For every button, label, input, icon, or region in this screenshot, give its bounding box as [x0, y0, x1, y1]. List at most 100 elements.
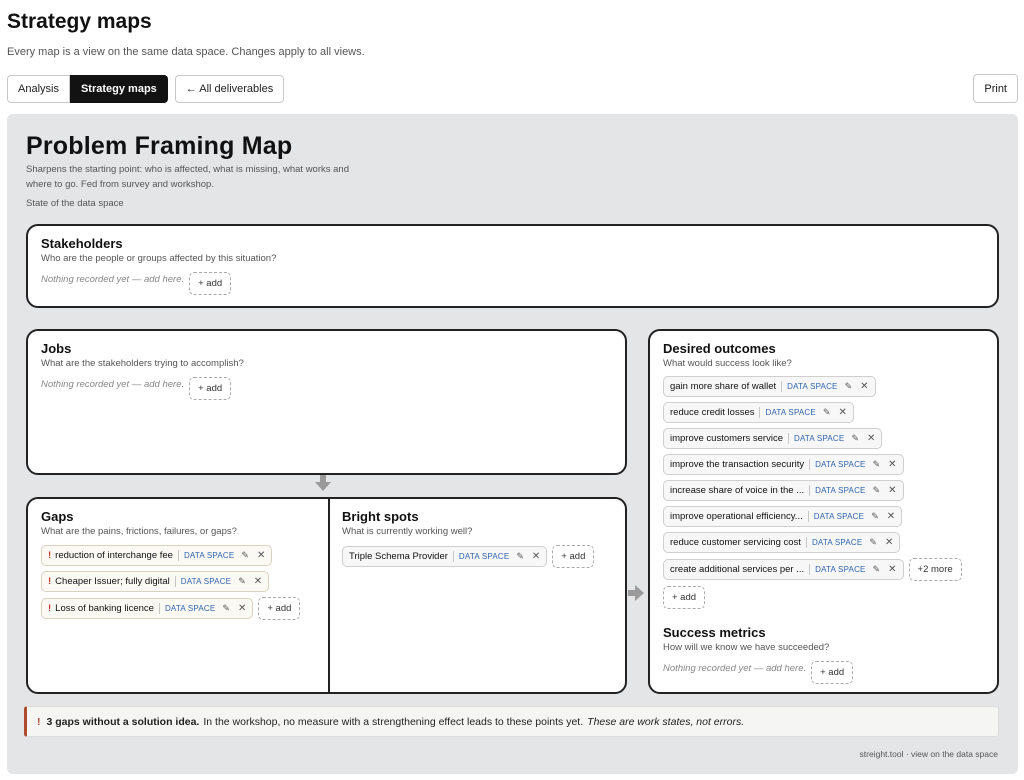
- data-space-tag: DATA SPACE: [811, 538, 863, 547]
- close-icon[interactable]: ✕: [254, 576, 262, 587]
- bright-spots-title: Bright spots: [342, 509, 419, 524]
- warning-icon: !: [48, 576, 52, 587]
- gaps-brightspots-box: Gaps What are the pains, frictions, fail…: [26, 497, 627, 694]
- edit-icon[interactable]: ✎: [871, 511, 879, 522]
- data-space-tag: DATA SPACE: [164, 604, 216, 613]
- outcome-chip[interactable]: reduce credit losses DATA SPACE ✎ ✕: [663, 402, 854, 423]
- edit-icon[interactable]: ✎: [873, 564, 881, 575]
- outcome-chip[interactable]: improve the transaction security DATA SPA…: [663, 454, 904, 475]
- jobs-title: Jobs: [41, 341, 72, 356]
- page-subtitle: Every map is a view on the same data spa…: [7, 46, 365, 58]
- page-title: Strategy maps: [7, 10, 152, 33]
- close-icon[interactable]: ✕: [238, 603, 246, 614]
- stakeholders-box: Stakeholders Who are the people or group…: [26, 224, 999, 308]
- edit-icon[interactable]: ✎: [238, 576, 246, 587]
- edit-icon[interactable]: ✎: [222, 603, 230, 614]
- jobs-question: What are the stakeholders trying to acco…: [41, 358, 244, 369]
- tab-strategy-maps[interactable]: Strategy maps: [69, 75, 168, 103]
- success-metrics-title: Success metrics: [663, 625, 766, 640]
- gaps-add-button[interactable]: + add: [258, 597, 301, 620]
- edit-icon[interactable]: ✎: [851, 433, 859, 444]
- desired-outcomes-question: What would success look like?: [663, 358, 792, 369]
- stakeholders-add-button[interactable]: + add: [189, 272, 232, 295]
- data-space-tag: DATA SPACE: [815, 486, 866, 495]
- success-metrics-question: How will we know we have succeeded?: [663, 642, 830, 653]
- close-icon[interactable]: ✕: [885, 537, 893, 548]
- warning-icon: !: [48, 550, 52, 561]
- footer-credit: streight.tool · view on the data space: [859, 749, 998, 759]
- outcome-label: improve the transaction security: [670, 459, 805, 470]
- arrow-down-icon: [315, 475, 331, 491]
- warning-icon: !: [37, 715, 41, 728]
- gaps-title: Gaps: [41, 509, 74, 524]
- jobs-add-button[interactable]: + add: [189, 377, 232, 400]
- map-title: Problem Framing Map: [26, 132, 293, 160]
- all-deliverables-button[interactable]: ← All deliverables: [174, 75, 285, 103]
- gap-label: reduction of interchange fee: [55, 550, 173, 561]
- gap-label: Loss of banking licence: [55, 603, 154, 614]
- gap-chip[interactable]: ! reduction of interchange fee DATA SPACE ✎…: [41, 545, 273, 566]
- data-space-tag: DATA SPACE: [815, 565, 866, 574]
- outcome-label: improve customers service: [670, 433, 783, 444]
- notice-text: In the workshop, no measure with a stren…: [203, 715, 584, 728]
- data-space-tag: DATA SPACE: [787, 382, 838, 391]
- map-description: Sharpens the starting point: who is affe…: [26, 164, 349, 190]
- view-tabs: Analysis Strategy maps ← All deliverable…: [7, 75, 285, 103]
- gap-chip[interactable]: ! Loss of banking licence DATA SPACE ✎ ✕: [41, 598, 254, 619]
- data-space-tag: DATA SPACE: [813, 512, 865, 521]
- outcome-chip[interactable]: gain more share of wallet DATA SPACE ✎ ✕: [663, 376, 876, 397]
- outcome-chip[interactable]: increase share of voice in the ... DATA S…: [663, 480, 904, 501]
- jobs-box: Jobs What are the stakeholders trying to…: [26, 329, 627, 475]
- edit-icon[interactable]: ✎: [241, 550, 249, 561]
- tab-analysis[interactable]: Analysis: [7, 75, 70, 103]
- jobs-empty-text: Nothing recorded yet — add here.: [41, 379, 185, 390]
- bright-spots-add-button[interactable]: + add: [552, 545, 595, 568]
- close-icon[interactable]: ✕: [888, 459, 896, 470]
- close-icon[interactable]: ✕: [888, 485, 896, 496]
- gap-chip[interactable]: ! Cheaper Issuer; fully digital DATA SPACE…: [41, 571, 270, 592]
- outcome-chip[interactable]: improve operational efficiency... DATA SP…: [663, 506, 903, 527]
- outcome-label: reduce customer servicing cost: [670, 537, 801, 548]
- outcome-label: gain more share of wallet: [670, 381, 777, 392]
- close-icon[interactable]: ✕: [839, 407, 847, 418]
- outcome-label: reduce credit losses: [670, 407, 755, 418]
- outcome-chip[interactable]: improve customers service DATA SPACE ✎ ✕: [663, 428, 883, 449]
- bright-spots-question: What is currently working well?: [342, 526, 473, 537]
- stakeholders-title: Stakeholders: [41, 236, 123, 251]
- close-icon[interactable]: ✕: [860, 381, 868, 392]
- stakeholders-empty-text: Nothing recorded yet — add here.: [41, 274, 185, 285]
- print-button[interactable]: Print: [973, 74, 1018, 103]
- bright-spot-label: Triple Schema Provider: [349, 551, 448, 562]
- close-icon[interactable]: ✕: [867, 433, 875, 444]
- outcome-label: improve operational efficiency...: [670, 511, 803, 522]
- close-icon[interactable]: ✕: [887, 511, 895, 522]
- edit-icon[interactable]: ✎: [873, 485, 881, 496]
- edit-icon[interactable]: ✎: [873, 459, 881, 470]
- more-outcomes-button[interactable]: +2 more: [908, 558, 962, 581]
- edit-icon[interactable]: ✎: [869, 537, 877, 548]
- map-canvas: Problem Framing Map Sharpens the startin…: [7, 114, 1018, 774]
- outcome-chip[interactable]: reduce customer servicing cost DATA SPACE…: [663, 532, 901, 553]
- edit-icon[interactable]: ✎: [845, 381, 853, 392]
- close-icon[interactable]: ✕: [888, 564, 896, 575]
- outcomes-box: Desired outcomes What would success look…: [648, 329, 999, 694]
- outcome-label: create additional services per ...: [670, 564, 805, 575]
- gaps-question: What are the pains, frictions, failures,…: [41, 526, 237, 537]
- gaps-notice: ! 3 gaps without a solution idea. In the…: [24, 706, 999, 737]
- data-space-tag: DATA SPACE: [458, 552, 510, 561]
- outcome-chip[interactable]: create additional services per ... DATA S…: [663, 559, 904, 580]
- stakeholders-question: Who are the people or groups affected by…: [41, 253, 277, 264]
- bright-spot-chip[interactable]: Triple Schema Provider DATA SPACE ✎ ✕: [342, 546, 548, 567]
- success-metrics-add-button[interactable]: + add: [811, 661, 854, 684]
- desired-outcomes-title: Desired outcomes: [663, 341, 776, 356]
- close-icon[interactable]: ✕: [532, 551, 540, 562]
- close-icon[interactable]: ✕: [257, 550, 265, 561]
- data-space-tag: DATA SPACE: [815, 460, 866, 469]
- data-space-tag: DATA SPACE: [183, 551, 235, 560]
- arrow-right-icon: [628, 585, 644, 601]
- data-space-tag: DATA SPACE: [765, 408, 816, 417]
- edit-icon[interactable]: ✎: [516, 551, 524, 562]
- notice-italic: These are work states, not errors.: [587, 715, 745, 728]
- edit-icon[interactable]: ✎: [823, 407, 831, 418]
- outcomes-add-button[interactable]: + add: [663, 586, 706, 609]
